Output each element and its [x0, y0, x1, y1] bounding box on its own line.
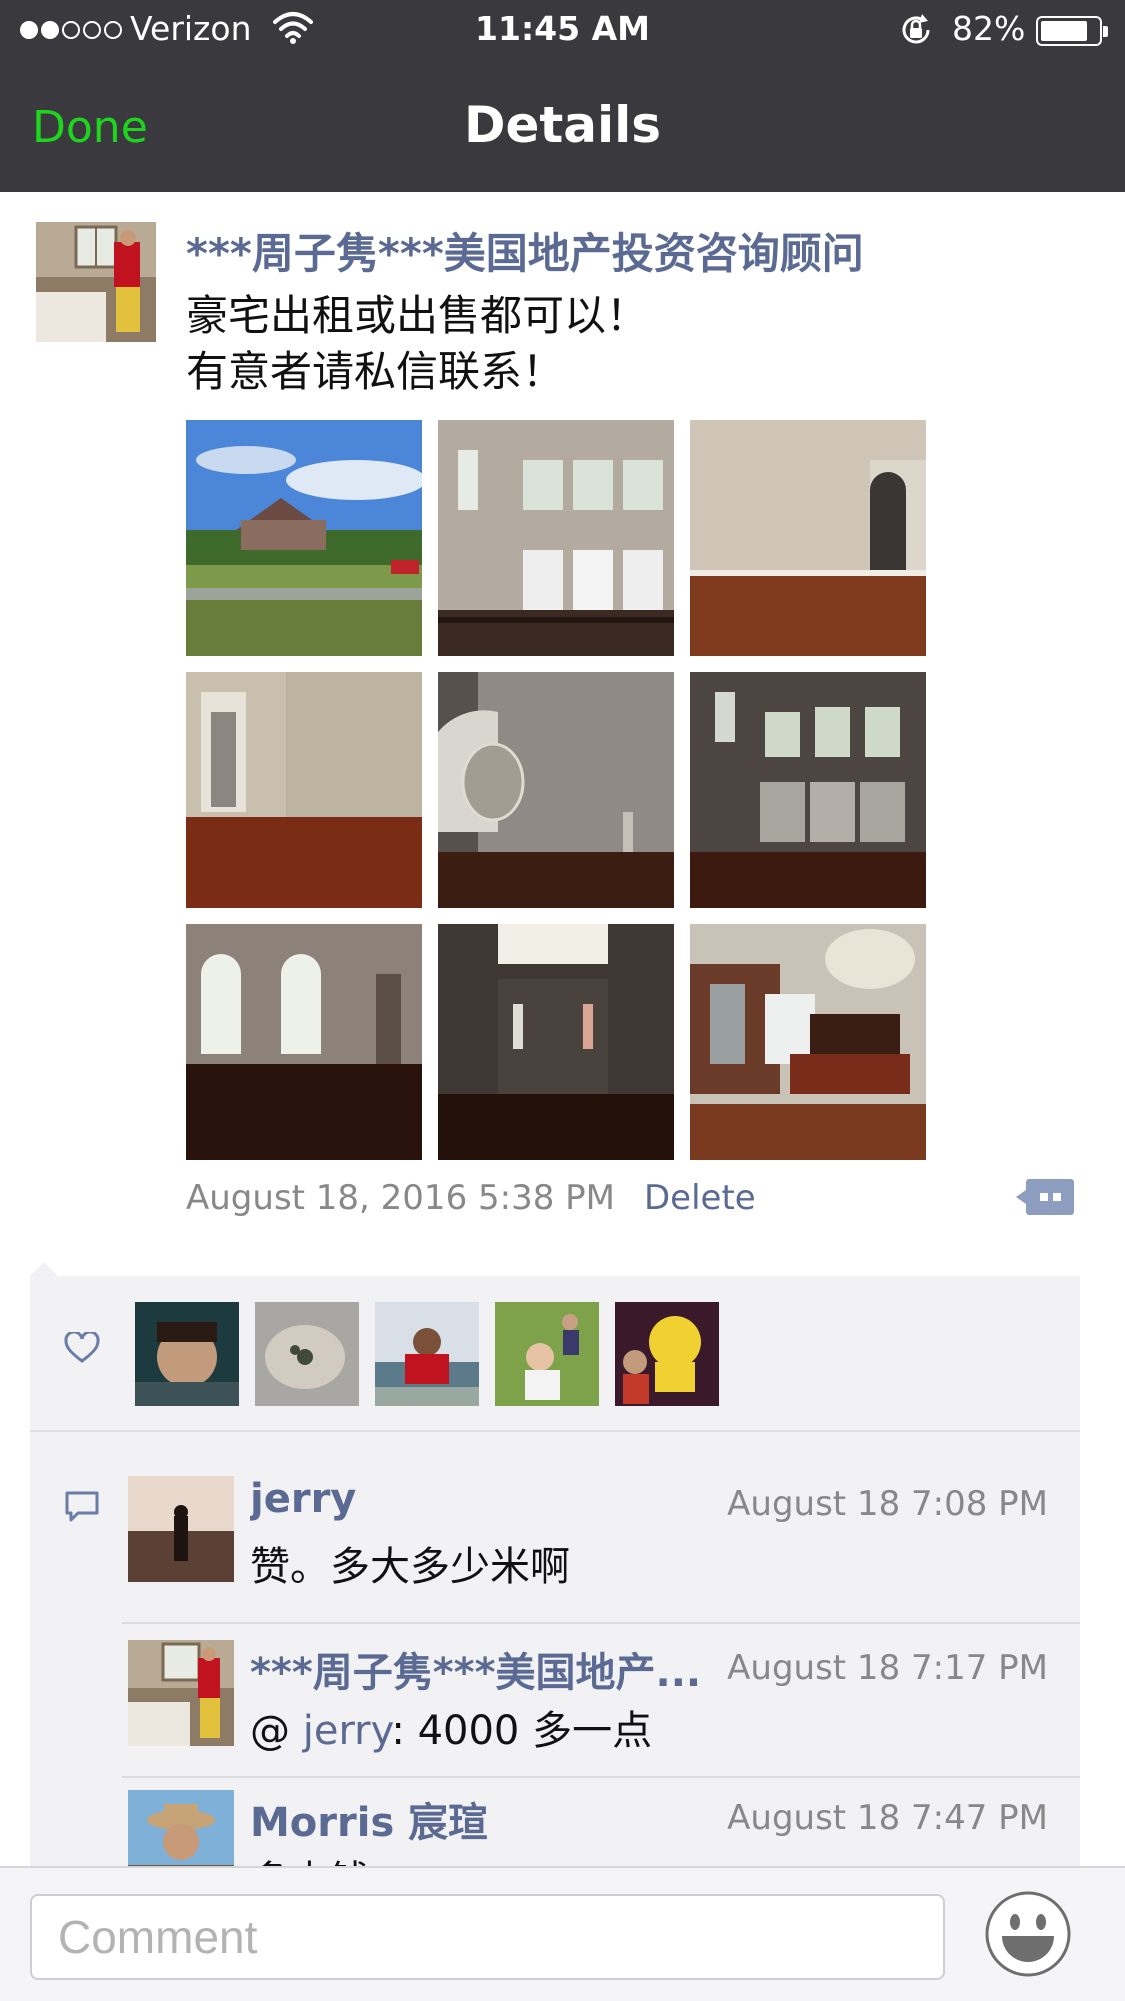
- photo-thumbnail[interactable]: [186, 420, 422, 656]
- post-text-line: 有意者请私信联系！: [186, 347, 565, 396]
- author-avatar[interactable]: [36, 222, 156, 342]
- comment-divider: [122, 1776, 1080, 1778]
- commenter-avatar[interactable]: [128, 1476, 234, 1582]
- battery-percent: 82%: [952, 9, 1026, 48]
- mention-prefix: @: [250, 1708, 303, 1754]
- comment-time: August 18 7:08 PM: [727, 1484, 1048, 1524]
- comment-icon: [65, 1491, 99, 1522]
- top-bar: Verizon 11:45 AM 82% Done Details: [0, 0, 1125, 192]
- likes-comments-panel: jerry August 18 7:08 PM 赞。多大多少米啊 ***周子隽*…: [30, 1276, 1080, 1904]
- comment-time: August 18 7:17 PM: [727, 1648, 1048, 1688]
- photo-thumbnail[interactable]: [690, 672, 926, 908]
- comment-body: : 4000 多一点: [391, 1708, 653, 1754]
- mention-link[interactable]: jerry: [303, 1708, 392, 1754]
- photo-thumbnail[interactable]: [690, 924, 926, 1160]
- post-timestamp: August 18, 2016 5:38 PM: [186, 1178, 616, 1218]
- photo-thumbnail[interactable]: [690, 420, 926, 656]
- done-button[interactable]: Done: [32, 102, 148, 153]
- post-text: 豪宅出租或出售都可以！ 有意者请私信联系！: [186, 288, 648, 400]
- comment-divider: [122, 1622, 1080, 1624]
- post-text-line: 豪宅出租或出售都可以！: [186, 291, 649, 340]
- liker-avatar[interactable]: [135, 1302, 239, 1406]
- liker-avatar[interactable]: [375, 1302, 479, 1406]
- photo-thumbnail[interactable]: [186, 672, 422, 908]
- photo-thumbnail[interactable]: [438, 420, 674, 656]
- photo-thumbnail[interactable]: [438, 924, 674, 1160]
- liker-avatar[interactable]: [615, 1302, 719, 1406]
- commenter-name[interactable]: ***周子隽***美国地产...: [250, 1640, 701, 1698]
- comment-text: 赞。多大多少米啊: [250, 1544, 570, 1590]
- photo-grid: [186, 420, 928, 1162]
- battery-fill: [1041, 21, 1087, 41]
- comment-time: August 18 7:47 PM: [727, 1798, 1048, 1838]
- comment-input[interactable]: [30, 1894, 945, 1980]
- commenter-name[interactable]: jerry: [250, 1476, 356, 1522]
- nav-bar: Done Details: [0, 64, 1125, 192]
- comment-text: @ jerry: 4000 多一点: [250, 1698, 652, 1756]
- post-author-name[interactable]: ***周子隽***美国地产投资咨询顾问: [186, 220, 864, 281]
- liker-avatar[interactable]: [255, 1302, 359, 1406]
- photo-thumbnail[interactable]: [438, 672, 674, 908]
- panel-pointer: [30, 1262, 58, 1276]
- divider: [30, 1430, 1080, 1432]
- delete-button[interactable]: Delete: [644, 1178, 756, 1218]
- commenter-name[interactable]: Morris 宸瑄: [250, 1790, 488, 1848]
- heart-icon: [64, 1332, 100, 1363]
- comment-menu-icon[interactable]: [1016, 1176, 1074, 1218]
- emoji-smile-icon[interactable]: [984, 1890, 1072, 1978]
- status-bar: Verizon 11:45 AM 82%: [0, 0, 1125, 64]
- rotation-lock-icon: [902, 14, 930, 44]
- comment-input-bar: [0, 1866, 1125, 2001]
- commenter-avatar[interactable]: [128, 1640, 234, 1746]
- liker-avatar[interactable]: [495, 1302, 599, 1406]
- photo-thumbnail[interactable]: [186, 924, 422, 1160]
- battery-icon: [1036, 16, 1108, 46]
- page-title: Details: [463, 96, 662, 154]
